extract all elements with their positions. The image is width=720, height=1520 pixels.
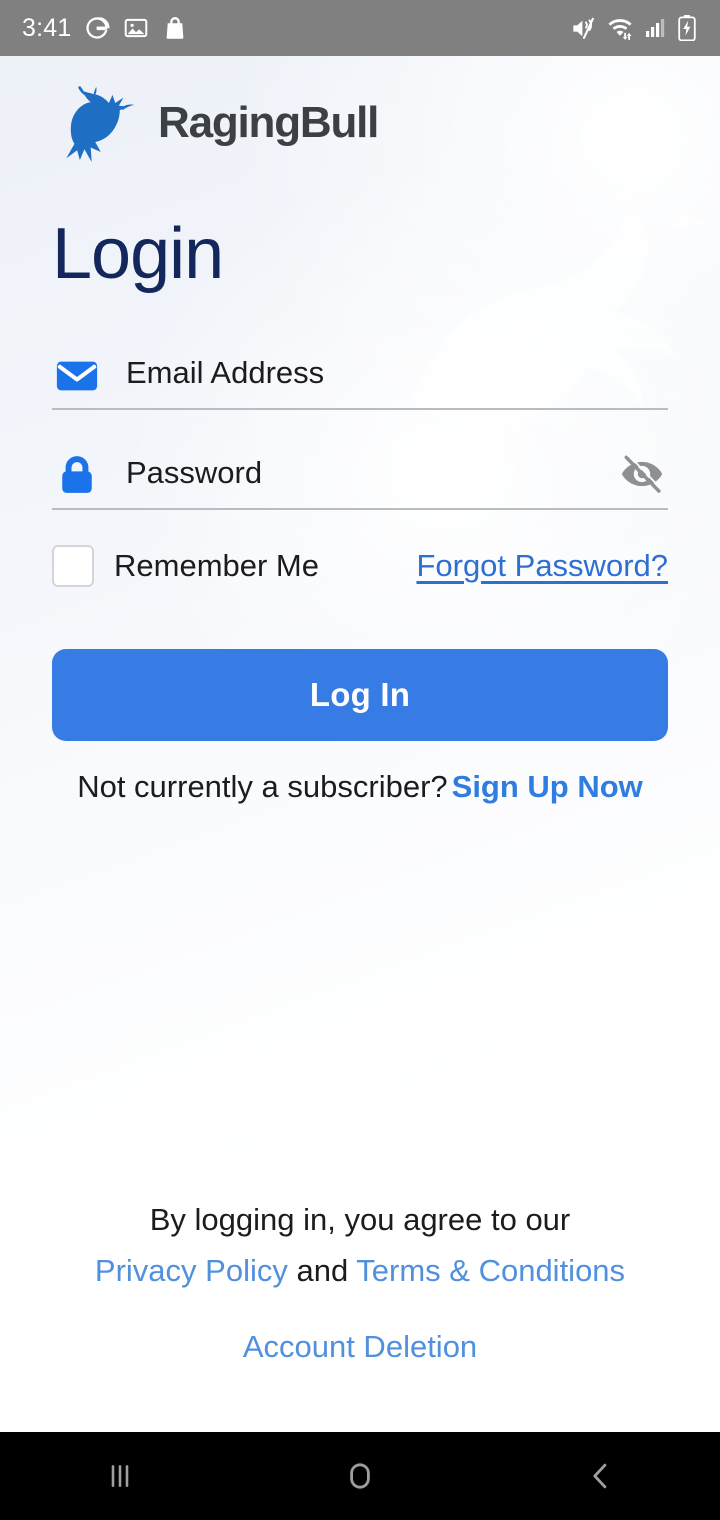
back-icon	[593, 1463, 607, 1489]
account-deletion-link[interactable]: Account Deletion	[243, 1329, 477, 1364]
status-time: 3:41	[22, 13, 72, 42]
wifi-data-icon	[608, 19, 632, 40]
subscriber-prompt-row: Not currently a subscriber? Sign Up Now	[52, 769, 668, 805]
brand-name: RagingBull	[158, 98, 379, 147]
password-field-row	[52, 444, 668, 510]
status-bar-right	[570, 14, 698, 42]
brand-logo: RagingBull	[52, 56, 668, 166]
remember-me-label: Remember Me	[114, 548, 319, 583]
status-bar: 3:41	[0, 0, 720, 56]
privacy-policy-link[interactable]: Privacy Policy	[95, 1253, 288, 1288]
google-g-icon	[86, 17, 111, 39]
remember-forgot-row: Remember Me Forgot Password?	[52, 538, 668, 594]
back-button[interactable]	[525, 1432, 675, 1520]
agreement-text: By logging in, you agree to our	[149, 1202, 571, 1238]
legal-links-row: Privacy Policy and Terms & Conditions	[40, 1246, 680, 1296]
legal-footer: By logging in, you agree to our Privacy …	[0, 1195, 720, 1372]
remember-me-checkbox[interactable]	[52, 545, 94, 587]
mute-vibrate-icon	[573, 17, 594, 39]
battery-charging-icon	[678, 15, 696, 41]
phone-screen: 3:41 RagingBull Login Email Address Reme…	[0, 0, 720, 1520]
log-in-button[interactable]: Log In	[52, 649, 668, 741]
toggle-password-visibility-button[interactable]	[616, 451, 668, 497]
email-input[interactable]	[100, 355, 668, 397]
terms-conditions-link[interactable]: Terms & Conditions	[356, 1253, 625, 1288]
account-deletion-row: Account Deletion	[40, 1322, 680, 1372]
forgot-password-link[interactable]: Forgot Password?	[416, 548, 668, 584]
recents-icon	[111, 1465, 129, 1487]
android-navigation-bar	[0, 1432, 720, 1520]
sign-up-now-link[interactable]: Sign Up Now	[452, 769, 643, 804]
lock-icon	[62, 456, 92, 493]
eye-off-icon	[621, 454, 663, 493]
login-page: RagingBull Login Email Address Remember …	[0, 56, 720, 1432]
email-envelope-icon	[56, 361, 98, 391]
password-input[interactable]	[100, 455, 616, 497]
page-title: Login	[52, 214, 224, 294]
legal-conjunction: and	[296, 1252, 349, 1288]
login-content: RagingBull Login Email Address Remember …	[0, 56, 720, 805]
home-icon	[350, 1463, 370, 1489]
raging-bull-logo-icon	[66, 85, 135, 162]
recents-button[interactable]	[45, 1432, 195, 1520]
home-button[interactable]	[285, 1432, 435, 1520]
status-bar-left: 3:41	[22, 14, 188, 43]
subscriber-prompt-text: Not currently a subscriber?	[77, 769, 448, 804]
cellular-signal-icon	[646, 19, 665, 37]
email-field-row	[52, 344, 668, 410]
shopping-bag-icon	[167, 17, 184, 39]
photos-icon	[125, 18, 148, 38]
